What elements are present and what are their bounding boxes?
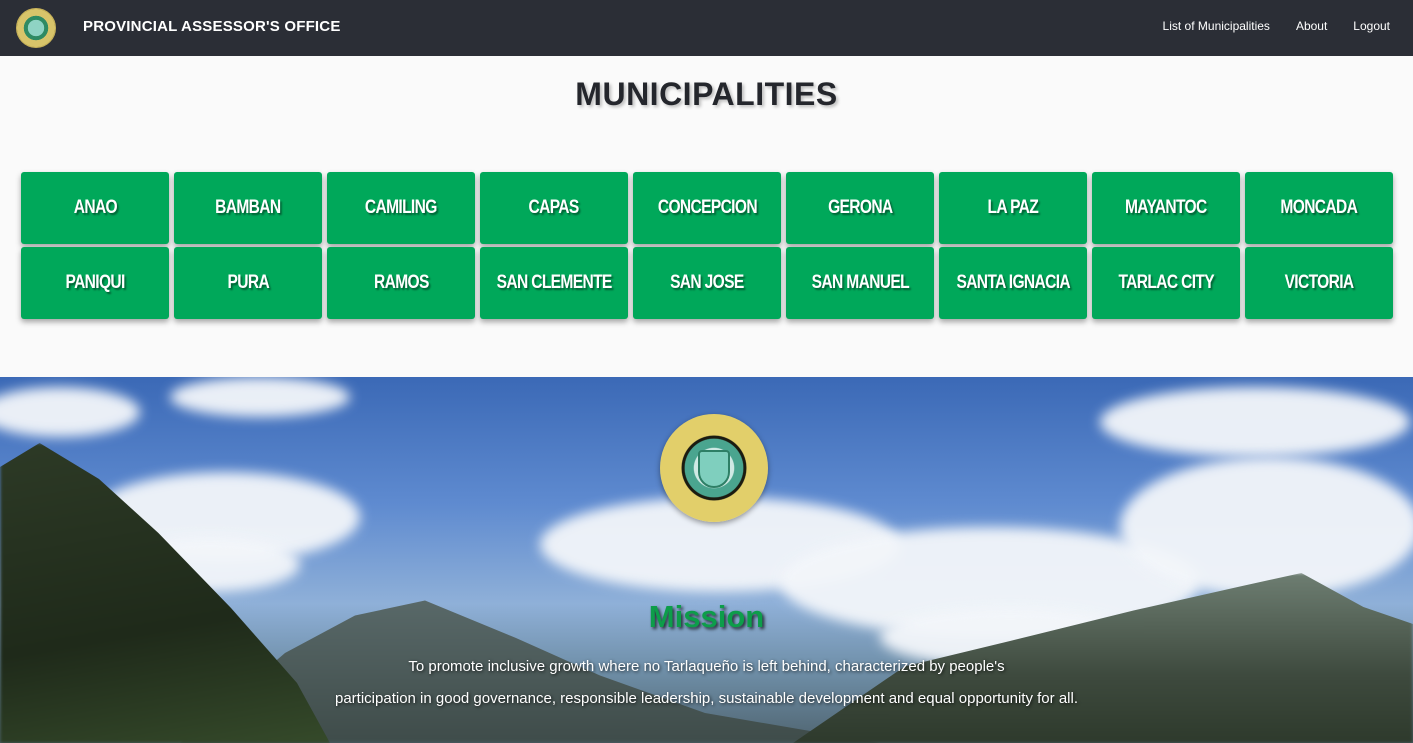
cloud-decoration: [0, 387, 140, 437]
nav-link-logout[interactable]: Logout: [1353, 19, 1390, 33]
page-title: MUNICIPALITIES: [575, 76, 838, 112]
municipality-button-anao[interactable]: ANAO: [21, 172, 169, 244]
top-navbar: PROVINCIAL ASSESSOR'S OFFICE List of Mun…: [0, 0, 1413, 56]
municipality-button-capas[interactable]: CAPAS: [480, 172, 628, 244]
seal-shield-icon: [698, 450, 730, 488]
municipality-button-san-manuel[interactable]: SAN MANUEL: [786, 247, 934, 319]
cloud-decoration: [170, 377, 350, 417]
cloud-decoration: [1100, 387, 1410, 457]
municipality-button-san-clemente[interactable]: SAN CLEMENTE: [480, 247, 628, 319]
mission-hero: Mission To promote inclusive growth wher…: [0, 377, 1413, 743]
mission-line: To promote inclusive growth where no Tar…: [408, 658, 1005, 675]
municipality-button-ramos[interactable]: RAMOS: [327, 247, 475, 319]
mission-line: participation in good governance, respon…: [335, 690, 1078, 707]
cloud-decoration: [1120, 457, 1413, 597]
municipality-button-pura[interactable]: PURA: [174, 247, 322, 319]
municipality-button-paniqui[interactable]: PANIQUI: [21, 247, 169, 319]
municipality-button-santa-ignacia[interactable]: SANTA IGNACIA: [939, 247, 1087, 319]
municipality-button-san-jose[interactable]: SAN JOSE: [633, 247, 781, 319]
municipality-button-concepcion[interactable]: CONCEPCION: [633, 172, 781, 244]
province-seal-icon[interactable]: [16, 8, 56, 48]
nav-link-municipalities[interactable]: List of Municipalities: [1163, 19, 1270, 33]
nav-links: List of Municipalities About Logout: [1163, 19, 1390, 33]
municipality-button-victoria[interactable]: VICTORIA: [1245, 247, 1393, 319]
mission-statement: To promote inclusive growth where no Tar…: [300, 651, 1113, 715]
mission-title: Mission: [648, 599, 765, 634]
province-seal-icon: [660, 414, 768, 522]
municipality-button-la-paz[interactable]: LA PAZ: [939, 172, 1087, 244]
municipality-button-tarlac-city[interactable]: TARLAC CITY: [1092, 247, 1240, 319]
nav-link-about[interactable]: About: [1296, 19, 1327, 33]
municipality-button-camiling[interactable]: CAMILING: [327, 172, 475, 244]
municipality-button-moncada[interactable]: MONCADA: [1245, 172, 1393, 244]
municipality-button-gerona[interactable]: GERONA: [786, 172, 934, 244]
municipality-button-mayantoc[interactable]: MAYANTOC: [1092, 172, 1240, 244]
municipality-button-bamban[interactable]: BAMBAN: [174, 172, 322, 244]
site-title[interactable]: PROVINCIAL ASSESSOR'S OFFICE: [83, 18, 341, 35]
municipality-grid: ANAO BAMBAN CAMILING CAPAS CONCEPCION GE…: [21, 172, 1394, 319]
